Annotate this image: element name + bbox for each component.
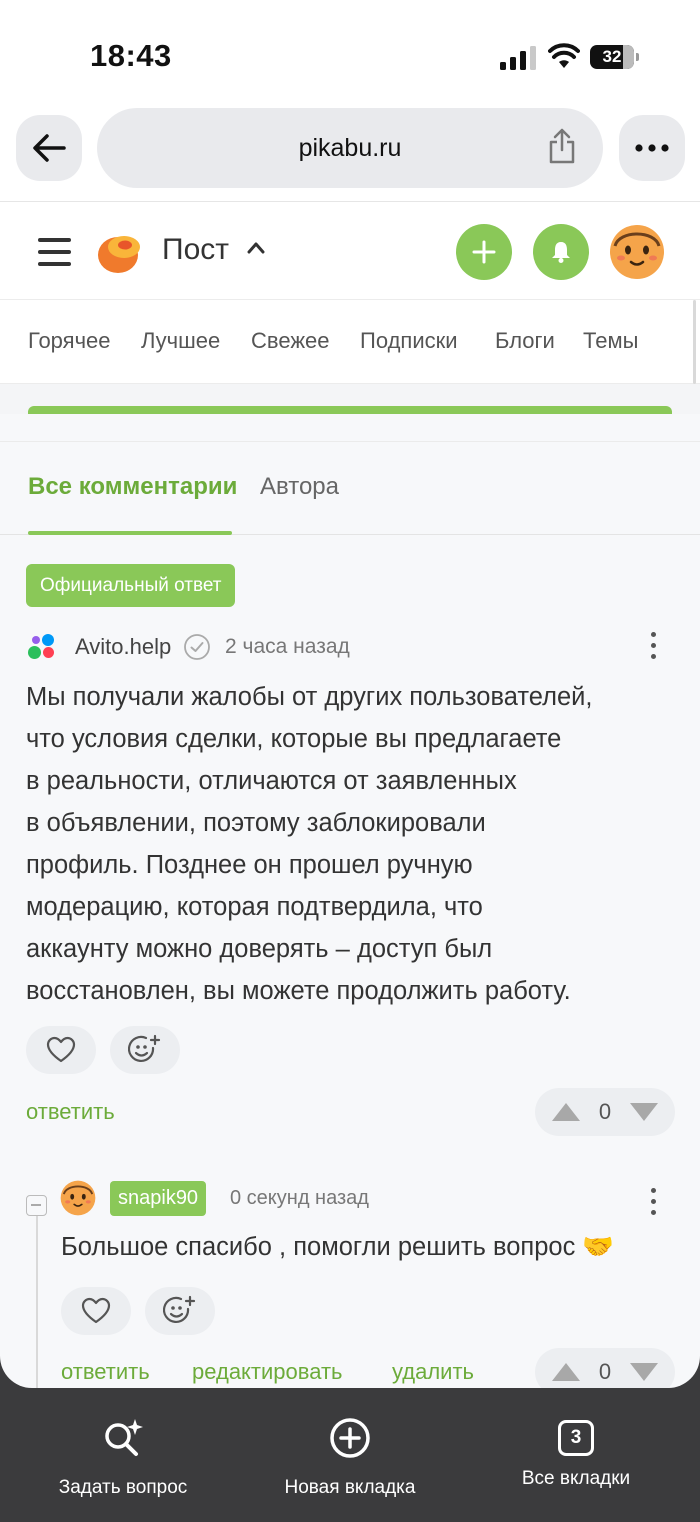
bell-icon xyxy=(552,242,570,263)
reply-avatar[interactable] xyxy=(60,1180,96,1216)
reply-like-button[interactable] xyxy=(61,1287,131,1335)
url-text: pikabu.ru xyxy=(298,133,402,162)
reply-body: Большое спасибо , помогли решить вопрос … xyxy=(61,1233,615,1261)
more-menu-button[interactable] xyxy=(619,115,685,181)
ellipsis-icon xyxy=(635,144,669,152)
downvote-icon[interactable] xyxy=(629,1102,659,1122)
official-answer-badge: Официальный ответ xyxy=(26,564,236,607)
wifi-icon xyxy=(548,43,580,68)
clock: 18:43 xyxy=(90,38,172,73)
page-title: Пост xyxy=(162,233,229,266)
share-icon[interactable] xyxy=(547,128,577,164)
comment-line: аккаунту можно доверять – доступ был xyxy=(26,935,493,963)
pikabu-logo[interactable] xyxy=(96,229,144,275)
address-bar[interactable]: pikabu.ru xyxy=(97,108,603,188)
chevron-up-icon[interactable] xyxy=(246,238,266,258)
reply-add-reaction-button[interactable] xyxy=(145,1287,215,1335)
collapse-thread-button[interactable] xyxy=(26,1195,47,1216)
ask-question-label: Задать вопрос xyxy=(58,1477,188,1498)
heart-icon xyxy=(81,1297,111,1324)
new-tab-button[interactable]: Новая вкладка xyxy=(278,1416,422,1499)
comment-line: профиль. Позднее он прошел ручную xyxy=(26,851,473,879)
cellular-signal-icon xyxy=(500,46,536,70)
reply-author[interactable]: snapik90 xyxy=(110,1181,207,1216)
thread-line xyxy=(36,1206,38,1388)
search-sparkle-icon xyxy=(105,1419,143,1456)
battery-icon: 32 xyxy=(590,45,639,69)
emoji-add-icon xyxy=(163,1295,196,1324)
content-divider xyxy=(0,384,700,442)
new-tab-label: Новая вкладка xyxy=(284,1477,416,1498)
heart-icon xyxy=(46,1036,76,1063)
all-tabs-button[interactable]: 3 Все вкладки xyxy=(514,1416,638,1490)
avito-logo[interactable] xyxy=(26,632,58,662)
comment-line: модерацию, которая подтвердила, что xyxy=(26,893,483,921)
notifications-button[interactable] xyxy=(533,224,589,280)
reply-time: 0 секунд назад xyxy=(230,1187,369,1209)
tab-all-comments[interactable]: Все комментарии xyxy=(28,473,237,501)
browser-toolbar: pikabu.ru xyxy=(0,100,700,202)
nav-topics[interactable]: Темы xyxy=(583,328,638,354)
nav-subscriptions[interactable]: Подписки xyxy=(360,328,458,354)
tabs-icon: 3 xyxy=(558,1420,594,1456)
delete-link[interactable]: удалить xyxy=(392,1359,474,1385)
user-avatar[interactable] xyxy=(609,224,665,280)
all-tabs-label: Все вкладки xyxy=(521,1468,631,1489)
nav-fresh[interactable]: Свежее xyxy=(251,328,330,354)
comment-line: в реальности, отличаются от заявленных xyxy=(26,767,517,795)
comments-tabs: Все комментарии Автора xyxy=(0,442,700,535)
comment-body: Мы получали жалобы от других пользовател… xyxy=(26,676,676,1012)
add-reaction-button[interactable] xyxy=(110,1026,180,1074)
ask-question-button[interactable]: Задать вопрос xyxy=(52,1416,194,1499)
downvote-icon[interactable] xyxy=(629,1362,659,1382)
battery-level: 32 xyxy=(602,47,622,66)
plus-icon xyxy=(472,240,496,264)
vote-control: 0 xyxy=(535,1088,675,1136)
browser-bottom-toolbar: Задать вопрос Новая вкладка 3 Все вкладк… xyxy=(0,1388,700,1522)
reply-vote-control: 0 xyxy=(535,1348,675,1388)
plus-circle-icon xyxy=(330,1418,370,1458)
scrollbar[interactable] xyxy=(693,300,696,384)
menu-icon[interactable] xyxy=(38,238,71,268)
tab-author-comments[interactable]: Автора xyxy=(260,473,339,501)
comment-line: восстановлен, вы можете продолжить работ… xyxy=(26,977,571,1005)
site-header: Пост xyxy=(0,202,700,300)
arrow-left-icon xyxy=(33,134,66,162)
emoji-add-icon xyxy=(128,1034,161,1063)
comment-line: что условия сделки, которые вы предлагае… xyxy=(26,725,562,753)
back-button[interactable] xyxy=(16,115,82,181)
comment-author[interactable]: Avito.help xyxy=(75,634,171,660)
comment-line: Мы получали жалобы от других пользовател… xyxy=(26,683,593,711)
like-button[interactable] xyxy=(26,1026,96,1074)
comments-panel: Все комментарии Автора Официальный ответ… xyxy=(0,442,700,1388)
comment-header: Avito.help 2 часа назад xyxy=(26,630,676,666)
add-post-button[interactable] xyxy=(456,224,512,280)
comment-line: в объявлении, поэтому заблокировали xyxy=(26,809,486,837)
nav-blogs[interactable]: Блоги xyxy=(495,328,555,354)
nav-best[interactable]: Лучшее xyxy=(141,328,220,354)
reply-options-icon[interactable] xyxy=(648,1188,658,1218)
nav-hot[interactable]: Горячее xyxy=(28,328,111,354)
comment-options-icon[interactable] xyxy=(648,632,658,662)
reply-reply-link[interactable]: ответить xyxy=(61,1359,150,1385)
section-nav: Горячее Лучшее Свежее Подписки Блоги Тем… xyxy=(0,300,700,384)
comment-time: 2 часа назад xyxy=(225,635,350,658)
verified-check-icon xyxy=(184,634,210,660)
active-tab-indicator xyxy=(28,531,232,535)
reply-link[interactable]: ответить xyxy=(26,1099,115,1125)
status-bar: 18:43 32 xyxy=(0,0,700,100)
edit-link[interactable]: редактировать xyxy=(192,1359,343,1385)
